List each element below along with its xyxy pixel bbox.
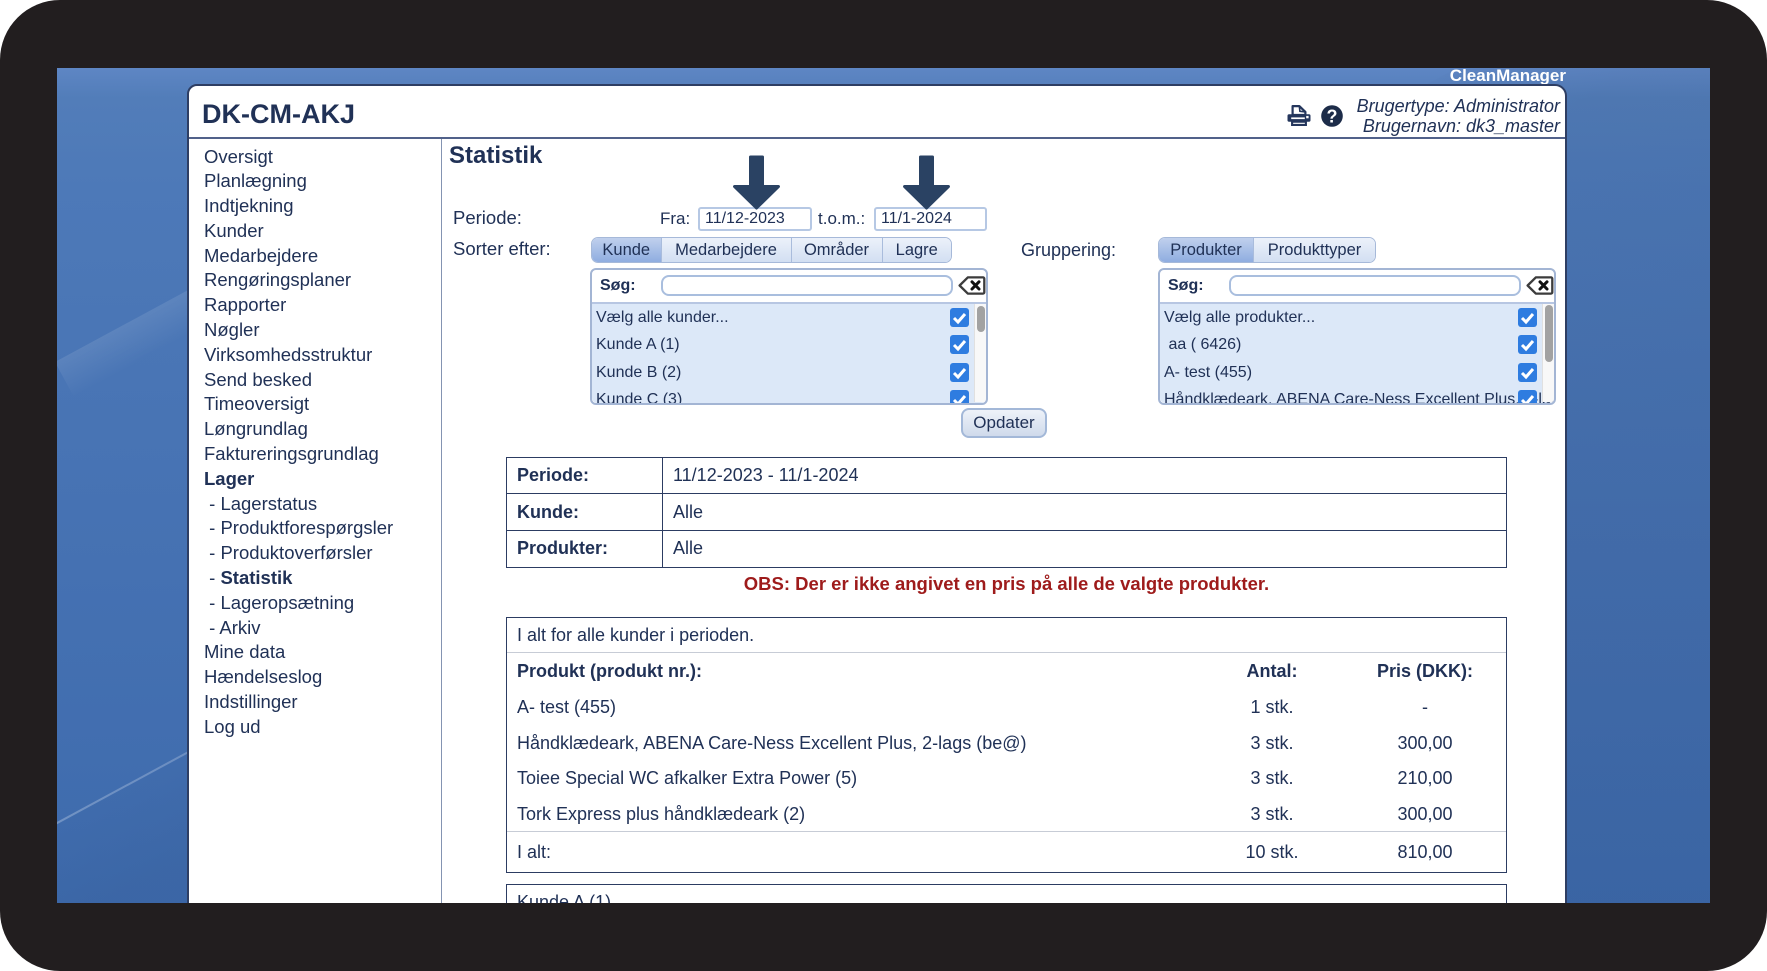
svg-text:?: ? bbox=[1327, 107, 1338, 127]
